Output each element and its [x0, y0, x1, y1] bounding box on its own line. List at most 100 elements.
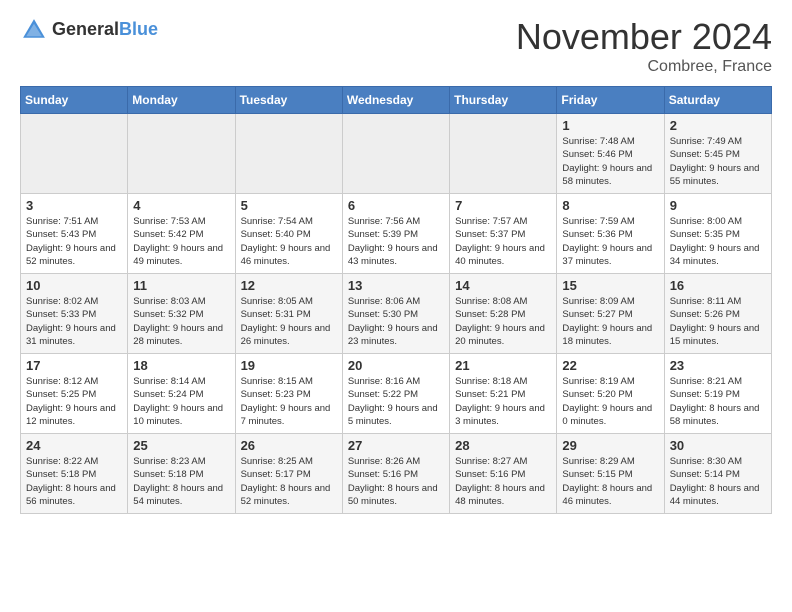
calendar-cell: 19 Sunrise: 8:15 AM Sunset: 5:23 PM Dayli… [235, 354, 342, 434]
day-detail: Sunrise: 8:22 AM Sunset: 5:18 PM Dayligh… [26, 455, 122, 508]
calendar-cell: 17 Sunrise: 8:12 AM Sunset: 5:25 PM Dayli… [21, 354, 128, 434]
day-detail: Sunrise: 8:11 AM Sunset: 5:26 PM Dayligh… [670, 295, 766, 348]
location: Combree, France [516, 58, 772, 76]
calendar-header: SundayMondayTuesdayWednesdayThursdayFrid… [21, 87, 772, 114]
day-detail: Sunrise: 8:26 AM Sunset: 5:16 PM Dayligh… [348, 455, 444, 508]
page-container: GeneralBlue November 2024 Combree, Franc… [0, 0, 792, 530]
calendar-cell: 6Sunrise: 7:56 AM Sunset: 5:39 PM Daylig… [342, 194, 449, 274]
calendar-cell: 27 Sunrise: 8:26 AM Sunset: 5:16 PM Dayli… [342, 434, 449, 514]
day-detail: Sunrise: 7:49 AM Sunset: 5:45 PM Dayligh… [670, 135, 766, 188]
day-number: 9 [670, 198, 766, 213]
calendar-cell: 7 Sunrise: 7:57 AM Sunset: 5:37 PM Daylig… [450, 194, 557, 274]
day-detail: Sunrise: 8:14 AM Sunset: 5:24 PM Dayligh… [133, 375, 229, 428]
calendar-cell: 30Sunrise: 8:30 AM Sunset: 5:14 PM Dayli… [664, 434, 771, 514]
day-detail: Sunrise: 8:29 AM Sunset: 5:15 PM Dayligh… [562, 455, 658, 508]
day-number: 12 [241, 278, 337, 293]
calendar-cell: 15Sunrise: 8:09 AM Sunset: 5:27 PM Dayli… [557, 274, 664, 354]
calendar-cell [235, 114, 342, 194]
day-number: 20 [348, 358, 444, 373]
day-detail: Sunrise: 7:57 AM Sunset: 5:37 PM Dayligh… [455, 215, 551, 268]
calendar-week-1: 3Sunrise: 7:51 AM Sunset: 5:43 PM Daylig… [21, 194, 772, 274]
day-number: 14 [455, 278, 551, 293]
day-number: 26 [241, 438, 337, 453]
calendar-cell: 12Sunrise: 8:05 AM Sunset: 5:31 PM Dayli… [235, 274, 342, 354]
day-number: 1 [562, 118, 658, 133]
day-detail: Sunrise: 7:54 AM Sunset: 5:40 PM Dayligh… [241, 215, 337, 268]
day-detail: Sunrise: 8:06 AM Sunset: 5:30 PM Dayligh… [348, 295, 444, 348]
day-number: 29 [562, 438, 658, 453]
day-number: 24 [26, 438, 122, 453]
day-detail: Sunrise: 8:03 AM Sunset: 5:32 PM Dayligh… [133, 295, 229, 348]
calendar-cell: 9 Sunrise: 8:00 AM Sunset: 5:35 PM Daylig… [664, 194, 771, 274]
day-number: 28 [455, 438, 551, 453]
day-detail: Sunrise: 7:53 AM Sunset: 5:42 PM Dayligh… [133, 215, 229, 268]
day-detail: Sunrise: 8:00 AM Sunset: 5:35 PM Dayligh… [670, 215, 766, 268]
day-number: 7 [455, 198, 551, 213]
calendar-cell: 1 Sunrise: 7:48 AM Sunset: 5:46 PM Daylig… [557, 114, 664, 194]
day-number: 19 [241, 358, 337, 373]
calendar-cell: 10 Sunrise: 8:02 AM Sunset: 5:33 PM Dayli… [21, 274, 128, 354]
logo-blue: Blue [119, 19, 158, 39]
calendar-table: SundayMondayTuesdayWednesdayThursdayFrid… [20, 86, 772, 514]
calendar-cell: 24 Sunrise: 8:22 AM Sunset: 5:18 PM Dayli… [21, 434, 128, 514]
calendar-cell: 14 Sunrise: 8:08 AM Sunset: 5:28 PM Dayli… [450, 274, 557, 354]
day-detail: Sunrise: 8:08 AM Sunset: 5:28 PM Dayligh… [455, 295, 551, 348]
header-cell-wednesday: Wednesday [342, 87, 449, 114]
day-detail: Sunrise: 8:23 AM Sunset: 5:18 PM Dayligh… [133, 455, 229, 508]
day-number: 22 [562, 358, 658, 373]
day-detail: Sunrise: 7:51 AM Sunset: 5:43 PM Dayligh… [26, 215, 122, 268]
calendar-cell: 3Sunrise: 7:51 AM Sunset: 5:43 PM Daylig… [21, 194, 128, 274]
calendar-cell: 26 Sunrise: 8:25 AM Sunset: 5:17 PM Dayli… [235, 434, 342, 514]
calendar-cell: 25Sunrise: 8:23 AM Sunset: 5:18 PM Dayli… [128, 434, 235, 514]
day-number: 10 [26, 278, 122, 293]
calendar-week-4: 24 Sunrise: 8:22 AM Sunset: 5:18 PM Dayli… [21, 434, 772, 514]
logo-text: GeneralBlue [52, 20, 158, 40]
calendar-cell: 16 Sunrise: 8:11 AM Sunset: 5:26 PM Dayli… [664, 274, 771, 354]
header: GeneralBlue November 2024 Combree, Franc… [20, 16, 772, 76]
day-detail: Sunrise: 8:25 AM Sunset: 5:17 PM Dayligh… [241, 455, 337, 508]
day-detail: Sunrise: 8:12 AM Sunset: 5:25 PM Dayligh… [26, 375, 122, 428]
day-number: 21 [455, 358, 551, 373]
day-detail: Sunrise: 8:02 AM Sunset: 5:33 PM Dayligh… [26, 295, 122, 348]
day-number: 6 [348, 198, 444, 213]
calendar-week-2: 10 Sunrise: 8:02 AM Sunset: 5:33 PM Dayli… [21, 274, 772, 354]
day-number: 23 [670, 358, 766, 373]
day-detail: Sunrise: 8:15 AM Sunset: 5:23 PM Dayligh… [241, 375, 337, 428]
calendar-cell: 20Sunrise: 8:16 AM Sunset: 5:22 PM Dayli… [342, 354, 449, 434]
calendar-cell: 22Sunrise: 8:19 AM Sunset: 5:20 PM Dayli… [557, 354, 664, 434]
header-cell-friday: Friday [557, 87, 664, 114]
day-detail: Sunrise: 8:18 AM Sunset: 5:21 PM Dayligh… [455, 375, 551, 428]
calendar-cell [21, 114, 128, 194]
day-number: 2 [670, 118, 766, 133]
logo-icon [20, 16, 48, 44]
day-number: 17 [26, 358, 122, 373]
logo: GeneralBlue [20, 16, 158, 44]
calendar-cell: 11Sunrise: 8:03 AM Sunset: 5:32 PM Dayli… [128, 274, 235, 354]
day-detail: Sunrise: 8:21 AM Sunset: 5:19 PM Dayligh… [670, 375, 766, 428]
header-cell-monday: Monday [128, 87, 235, 114]
calendar-cell: 4Sunrise: 7:53 AM Sunset: 5:42 PM Daylig… [128, 194, 235, 274]
day-detail: Sunrise: 8:09 AM Sunset: 5:27 PM Dayligh… [562, 295, 658, 348]
header-cell-tuesday: Tuesday [235, 87, 342, 114]
header-cell-saturday: Saturday [664, 87, 771, 114]
day-detail: Sunrise: 7:48 AM Sunset: 5:46 PM Dayligh… [562, 135, 658, 188]
calendar-cell: 13Sunrise: 8:06 AM Sunset: 5:30 PM Dayli… [342, 274, 449, 354]
calendar-week-0: 1 Sunrise: 7:48 AM Sunset: 5:46 PM Daylig… [21, 114, 772, 194]
calendar-cell: 29 Sunrise: 8:29 AM Sunset: 5:15 PM Dayli… [557, 434, 664, 514]
day-number: 30 [670, 438, 766, 453]
header-cell-thursday: Thursday [450, 87, 557, 114]
day-number: 5 [241, 198, 337, 213]
day-detail: Sunrise: 8:27 AM Sunset: 5:16 PM Dayligh… [455, 455, 551, 508]
calendar-cell: 18Sunrise: 8:14 AM Sunset: 5:24 PM Dayli… [128, 354, 235, 434]
calendar-cell [342, 114, 449, 194]
day-number: 27 [348, 438, 444, 453]
calendar-cell: 28 Sunrise: 8:27 AM Sunset: 5:16 PM Dayli… [450, 434, 557, 514]
calendar-cell [450, 114, 557, 194]
title-block: November 2024 Combree, France [516, 16, 772, 76]
calendar-week-3: 17 Sunrise: 8:12 AM Sunset: 5:25 PM Dayli… [21, 354, 772, 434]
day-detail: Sunrise: 7:59 AM Sunset: 5:36 PM Dayligh… [562, 215, 658, 268]
calendar-cell: 2 Sunrise: 7:49 AM Sunset: 5:45 PM Daylig… [664, 114, 771, 194]
calendar-cell [128, 114, 235, 194]
day-number: 16 [670, 278, 766, 293]
calendar-cell: 23 Sunrise: 8:21 AM Sunset: 5:19 PM Dayli… [664, 354, 771, 434]
